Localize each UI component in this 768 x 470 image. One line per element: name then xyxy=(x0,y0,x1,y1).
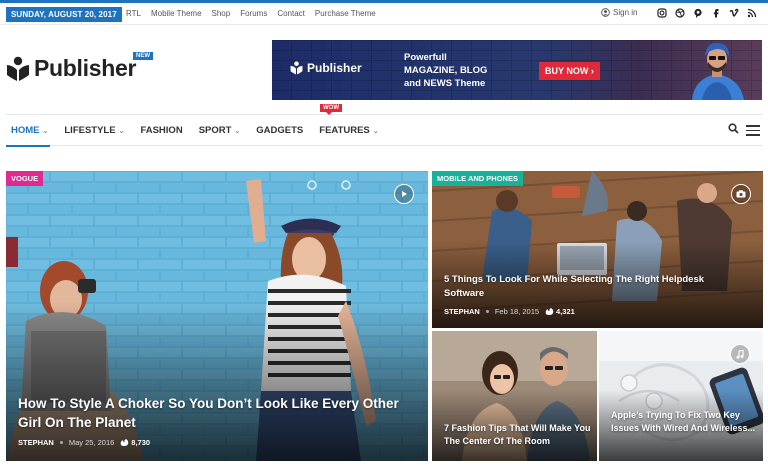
nav-item-fashion[interactable]: FASHION xyxy=(140,125,182,136)
facebook-icon[interactable] xyxy=(711,8,721,18)
chevron-down-icon: ⌄ xyxy=(372,127,379,135)
music-icon xyxy=(730,344,750,364)
meta-separator xyxy=(59,441,63,444)
post-count-value: 8,730 xyxy=(131,438,151,447)
post-count-value: 4,321 xyxy=(556,307,575,316)
rss-icon[interactable] xyxy=(747,8,757,18)
meta-separator xyxy=(485,310,489,313)
nav-menu: HOME ⌄ LIFESTYLE ⌄ FASHION SPORT ⌄ GADGE… xyxy=(5,125,379,147)
featured-post-top-right[interactable]: MOBILE AND PHONES 5 Things To Look For W… xyxy=(432,171,763,328)
menu-line xyxy=(746,134,760,136)
nav-label-gadgets: GADGETS xyxy=(256,125,304,136)
menu-line xyxy=(746,125,760,127)
banner-logo-icon xyxy=(290,61,303,75)
wow-badge: WOW xyxy=(320,104,342,115)
video-icon xyxy=(394,184,414,204)
featured-post-main[interactable]: VOGUE How To Style A Choker So You Don’t… xyxy=(6,171,428,461)
chevron-down-icon: ⌄ xyxy=(118,127,125,135)
dribbble-icon[interactable] xyxy=(675,8,685,18)
banner-line-1: Powerfull xyxy=(404,52,447,63)
nav-label-sport: SPORT xyxy=(198,125,232,136)
date-badge: SUNDAY, AUGUST 20, 2017 xyxy=(6,7,122,22)
instagram-icon[interactable] xyxy=(657,8,667,18)
top-link-contact[interactable]: Contact xyxy=(277,9,305,18)
post-author[interactable]: STEPHAN xyxy=(18,438,54,447)
nav-item-gadgets[interactable]: GADGETS xyxy=(256,125,303,136)
publisher-logo-icon xyxy=(7,56,29,81)
pinterest-icon[interactable] xyxy=(693,8,703,18)
post-author[interactable]: STEPHAN xyxy=(444,307,480,316)
chevron-down-icon: ⌄ xyxy=(234,127,241,135)
fire-icon xyxy=(121,439,129,446)
chevron-right-icon: › xyxy=(590,66,594,76)
featured-post-bottom-right[interactable]: Apple’s Trying To Fix Two Key Issues Wit… xyxy=(599,331,763,461)
banner-line-3: and NEWS Theme xyxy=(404,78,486,89)
nav-item-lifestyle[interactable]: LIFESTYLE ⌄ xyxy=(64,125,124,136)
hamburger-menu-icon[interactable] xyxy=(746,125,760,139)
signin-link[interactable]: Sign in xyxy=(601,8,637,17)
top-bar: SUNDAY, AUGUST 20, 2017 RTL Mobile Theme… xyxy=(0,3,768,25)
nav-label-features: FEATURES xyxy=(319,125,370,136)
signin-label: Sign in xyxy=(613,8,638,17)
post-title[interactable]: 7 Fashion Tips That Will Make You The Ce… xyxy=(444,422,594,448)
post-view-count: 4,321 xyxy=(545,307,575,316)
post-date: Feb 18, 2015 xyxy=(494,307,540,316)
banner-line-2: MAGAZINE, BLOG xyxy=(404,65,488,76)
search-icon[interactable] xyxy=(728,123,739,134)
post-title[interactable]: 5 Things To Look For While Selecting The… xyxy=(444,273,744,301)
nav-label-home: HOME xyxy=(11,125,40,136)
top-link-purchase-theme[interactable]: Purchase Theme xyxy=(315,9,376,18)
post-title[interactable]: Apple’s Trying To Fix Two Key Issues Wit… xyxy=(611,409,759,435)
social-links xyxy=(657,8,757,18)
banner-logo: Publisher xyxy=(290,61,362,75)
camera-icon xyxy=(731,184,751,204)
main-navigation: HOME ⌄ LIFESTYLE ⌄ FASHION SPORT ⌄ GADGE… xyxy=(5,104,762,147)
fire-icon xyxy=(545,308,554,315)
featured-post-title[interactable]: How To Style A Choker So You Don’t Look … xyxy=(18,394,418,432)
banner-message: Powerfull MAGAZINE, BLOG and NEWS Theme xyxy=(404,51,487,90)
banner-person-illustration xyxy=(692,42,744,100)
top-link-shop[interactable]: Shop xyxy=(212,9,231,18)
nav-item-features[interactable]: FEATURES ⌄ xyxy=(319,125,378,136)
image-shade xyxy=(432,171,763,328)
category-badge-mobile-and-phones[interactable]: MOBILE AND PHONES xyxy=(432,171,523,186)
site-name: Publisher xyxy=(34,55,137,81)
category-badge-vogue[interactable]: VOGUE xyxy=(6,171,44,186)
user-icon xyxy=(601,8,610,17)
top-link-mobile-theme[interactable]: Mobile Theme xyxy=(151,9,202,18)
banner-brand: Publisher xyxy=(307,61,362,75)
nav-item-home[interactable]: HOME ⌄ xyxy=(5,125,51,147)
buy-now-button[interactable]: BUY NOW › xyxy=(539,62,600,80)
top-links: RTL Mobile Theme Shop Forums Contact Pur… xyxy=(126,9,376,18)
vimeo-icon[interactable] xyxy=(729,8,739,18)
new-badge: NEW xyxy=(133,52,153,60)
nav-item-sport[interactable]: SPORT ⌄ xyxy=(199,125,241,136)
top-link-rtl[interactable]: RTL xyxy=(126,9,141,18)
nav-label-lifestyle: LIFESTYLE xyxy=(64,125,116,136)
post-view-count: 8,730 xyxy=(120,438,150,447)
nav-label-fashion: FASHION xyxy=(140,125,183,136)
chevron-down-icon: ⌄ xyxy=(42,127,49,135)
ad-banner[interactable]: Publisher Powerfull MAGAZINE, BLOG and N… xyxy=(272,40,762,100)
post-date: May 25, 2016 xyxy=(68,438,115,447)
site-logo[interactable]: Publisher NEW xyxy=(6,52,153,82)
menu-line xyxy=(746,129,760,131)
top-link-forums[interactable]: Forums xyxy=(240,9,267,18)
post-meta: STEPHAN Feb 18, 2015 4,321 xyxy=(444,307,575,316)
buy-now-label: BUY NOW xyxy=(545,66,589,76)
featured-post-bottom-left[interactable]: 7 Fashion Tips That Will Make You The Ce… xyxy=(432,331,597,461)
featured-post-meta: STEPHAN May 25, 2016 8,730 xyxy=(18,438,150,447)
